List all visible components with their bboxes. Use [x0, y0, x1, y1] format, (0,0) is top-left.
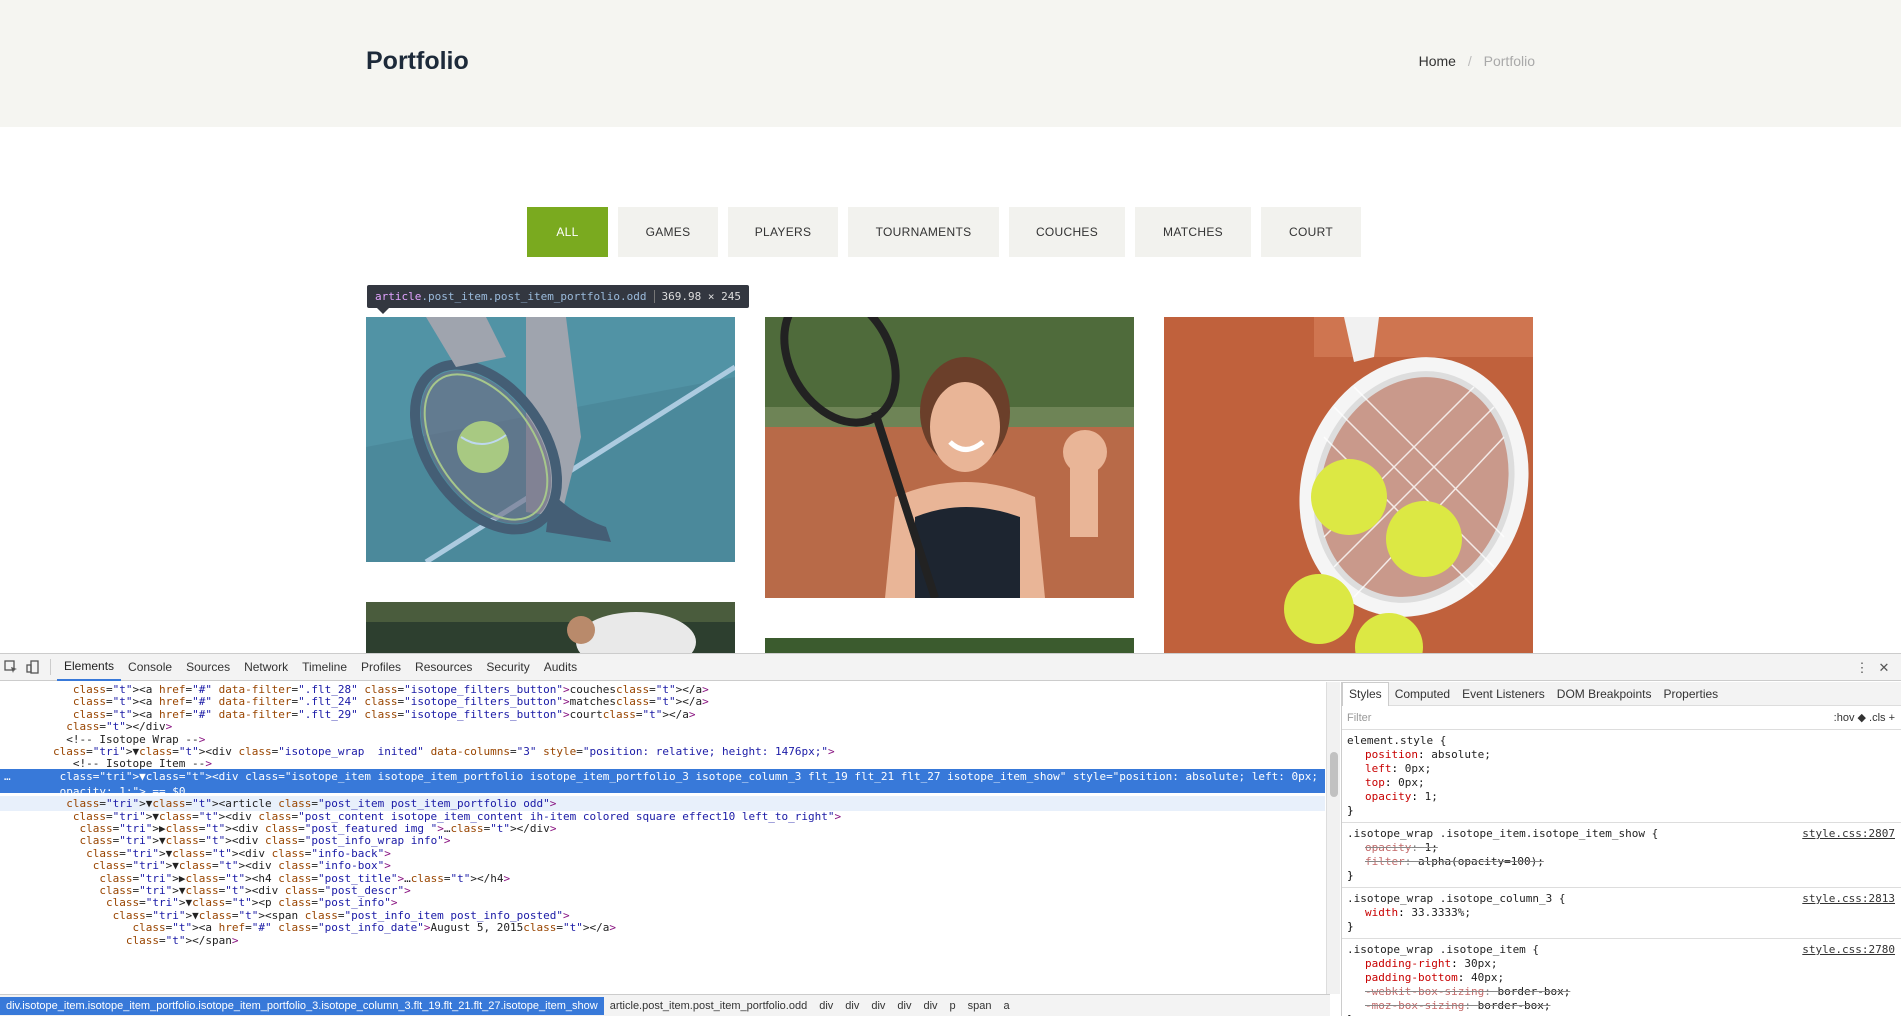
dom-breadcrumbs: div.isotope_item.isotope_item_portfolio.… [0, 994, 1330, 1016]
scrollbar-thumb[interactable] [1330, 752, 1338, 797]
devtools-tab-elements[interactable]: Elements [57, 654, 122, 681]
tooltip-tag: article [375, 290, 422, 303]
filter-players-button[interactable]: PLAYERS [728, 207, 838, 257]
more-options-icon[interactable]: ⋮ [1851, 657, 1873, 679]
dom-breadcrumb-item[interactable]: div.isotope_item.isotope_item_portfolio.… [0, 996, 604, 1015]
devtools-toolbar: Elements Console Sources Network Timeline Pro… [0, 654, 1901, 681]
css-property[interactable]: -webkit-box-sizing: border-box; [1347, 985, 1896, 999]
css-rule[interactable]: element.style {position: absolute; left: … [1342, 730, 1901, 823]
dom-node-line[interactable]: class="t"></span> [0, 933, 1325, 948]
devtools-tab-network[interactable]: Network [237, 654, 295, 681]
selected-node-dots[interactable]: … [4, 769, 11, 784]
styles-filter-bar[interactable]: Filter :hov ◆ .cls + [1342, 706, 1901, 730]
css-rule-close: } [1347, 804, 1354, 817]
page-title: Portfolio [366, 47, 469, 75]
toolbar-separator [50, 659, 51, 675]
styles-tab-event-listeners[interactable]: Event Listeners [1456, 682, 1551, 706]
styles-tab-dom-breakpoints[interactable]: DOM Breakpoints [1551, 682, 1658, 706]
css-rule-source-link[interactable]: style.css:2807 [1802, 827, 1895, 841]
portfolio-filters: ALL GAMES PLAYERS TOURNAMENTS COUCHES MA… [527, 207, 1371, 257]
dom-breadcrumb-item[interactable]: div [839, 997, 865, 1015]
dom-breadcrumb-item[interactable]: p [944, 997, 962, 1015]
css-rule-selector[interactable]: element.style { [1347, 734, 1896, 748]
match-image [366, 602, 735, 653]
dom-breadcrumb-item[interactable]: div [813, 997, 839, 1015]
filter-games-button[interactable]: GAMES [618, 207, 718, 257]
styles-filter-input[interactable]: Filter [1347, 712, 1371, 724]
css-rule-source-link[interactable]: style.css:2780 [1802, 943, 1895, 957]
portfolio-item-player[interactable] [765, 317, 1134, 598]
devtools-tab-profiles[interactable]: Profiles [354, 654, 408, 681]
breadcrumb-home-link[interactable]: Home [1419, 53, 1456, 69]
devtools-right-controls: ⋮ ✕ [1851, 657, 1895, 679]
tooltip-classes: .post_item.post_item_portfolio.odd [421, 290, 647, 303]
css-property[interactable]: padding-right: 30px; [1347, 957, 1896, 971]
css-property[interactable]: opacity: 1; [1347, 841, 1896, 855]
dom-breadcrumb-item[interactable]: a [998, 997, 1016, 1015]
dom-breadcrumb-item[interactable]: span [962, 997, 998, 1015]
devtools-tab-timeline[interactable]: Timeline [295, 654, 354, 681]
devtools-tab-audits[interactable]: Audits [537, 654, 584, 681]
devtools-tab-security[interactable]: Security [479, 654, 536, 681]
css-property[interactable]: top: 0px; [1347, 776, 1896, 790]
styles-tab-computed[interactable]: Computed [1389, 682, 1456, 706]
page-header: Portfolio Home / Portfolio [0, 0, 1901, 127]
styles-filter-tools[interactable]: :hov ◆ .cls + [1834, 711, 1895, 724]
devtools-tab-sources[interactable]: Sources [179, 654, 237, 681]
portfolio-item-match[interactable] [366, 602, 735, 653]
dom-breadcrumb-item[interactable]: div [865, 997, 891, 1015]
css-rule[interactable]: .isotope_wrap .isotope_item.isotope_item… [1342, 823, 1901, 888]
racket-ball-image [366, 317, 735, 562]
dom-breadcrumb-item[interactable]: article.post_item.post_item_portfolio.od… [604, 997, 814, 1015]
filter-court-button[interactable]: COURT [1261, 207, 1361, 257]
filter-couches-button[interactable]: COUCHES [1009, 207, 1125, 257]
racket-balls-clay-image [1164, 317, 1533, 653]
css-property[interactable]: -moz-box-sizing: border-box; [1347, 999, 1896, 1013]
css-rule[interactable]: .isotope_wrap .isotope_column_3 {style.c… [1342, 888, 1901, 939]
devtools-tab-resources[interactable]: Resources [408, 654, 479, 681]
elements-scrollbar[interactable] [1326, 682, 1340, 994]
css-property[interactable]: padding-bottom: 40px; [1347, 971, 1896, 985]
page-viewport: Portfolio Home / Portfolio ALL GAMES PLA… [0, 0, 1901, 653]
tooltip-dimensions: 369.98 × 245 [661, 290, 742, 303]
dom-breadcrumb-item[interactable]: div [891, 997, 917, 1015]
inspect-element-icon[interactable] [0, 656, 22, 678]
css-rule-close: } [1347, 869, 1354, 882]
styles-sidebar-tabs: Styles Computed Event Listeners DOM Breakpo… [1342, 682, 1901, 706]
inspector-tooltip: article .post_item.post_item_portfolio.od… [367, 285, 750, 308]
player-image [765, 317, 1134, 598]
court-image [765, 638, 1134, 653]
styles-tab-properties[interactable]: Properties [1657, 682, 1724, 706]
style-rules: element.style {position: absolute; left: … [1342, 730, 1901, 1016]
portfolio-item-racket-ball[interactable] [366, 317, 735, 562]
breadcrumb: Home / Portfolio [1419, 53, 1535, 69]
styles-sidebar: Styles Computed Event Listeners DOM Breakpo… [1341, 682, 1901, 1016]
css-property[interactable]: opacity: 1; [1347, 790, 1896, 804]
devtools-tab-console[interactable]: Console [121, 654, 179, 681]
device-mode-icon[interactable] [22, 656, 44, 678]
styles-tab-styles[interactable]: Styles [1342, 682, 1389, 706]
portfolio-item-court[interactable] [765, 638, 1134, 653]
dom-node-line[interactable]: … class="tri">▼class="t"><div class="iso… [0, 768, 1330, 798]
css-rule-source-link[interactable]: style.css:2813 [1802, 892, 1895, 906]
css-property[interactable]: width: 33.3333%; [1347, 906, 1896, 920]
devtools-tabs: Elements Console Sources Network Timeline Pro… [57, 654, 584, 681]
tooltip-arrow [377, 308, 389, 314]
breadcrumb-separator: / [1467, 53, 1472, 69]
close-devtools-icon[interactable]: ✕ [1873, 657, 1895, 679]
css-property[interactable]: filter: alpha(opacity=100); [1347, 855, 1896, 869]
css-rule[interactable]: .isotope_wrap .isotope_item {style.css:2… [1342, 939, 1901, 1016]
devtools-panel: Elements Console Sources Network Timeline Pro… [0, 653, 1901, 1016]
css-property[interactable]: left: 0px; [1347, 762, 1896, 776]
tooltip-divider [653, 290, 655, 303]
filter-tournaments-button[interactable]: TOURNAMENTS [848, 207, 999, 257]
portfolio-item-racket-balls-clay[interactable] [1164, 317, 1533, 653]
css-rule-close: } [1347, 920, 1354, 933]
dom-breadcrumb-item[interactable]: div [917, 997, 943, 1015]
breadcrumb-current: Portfolio [1483, 53, 1535, 69]
filter-matches-button[interactable]: MATCHES [1135, 207, 1251, 257]
filter-all-button[interactable]: ALL [527, 207, 608, 257]
css-property[interactable]: position: absolute; [1347, 748, 1896, 762]
elements-tree[interactable]: class="t"><a href="#" data-filter=".flt_… [0, 682, 1330, 994]
